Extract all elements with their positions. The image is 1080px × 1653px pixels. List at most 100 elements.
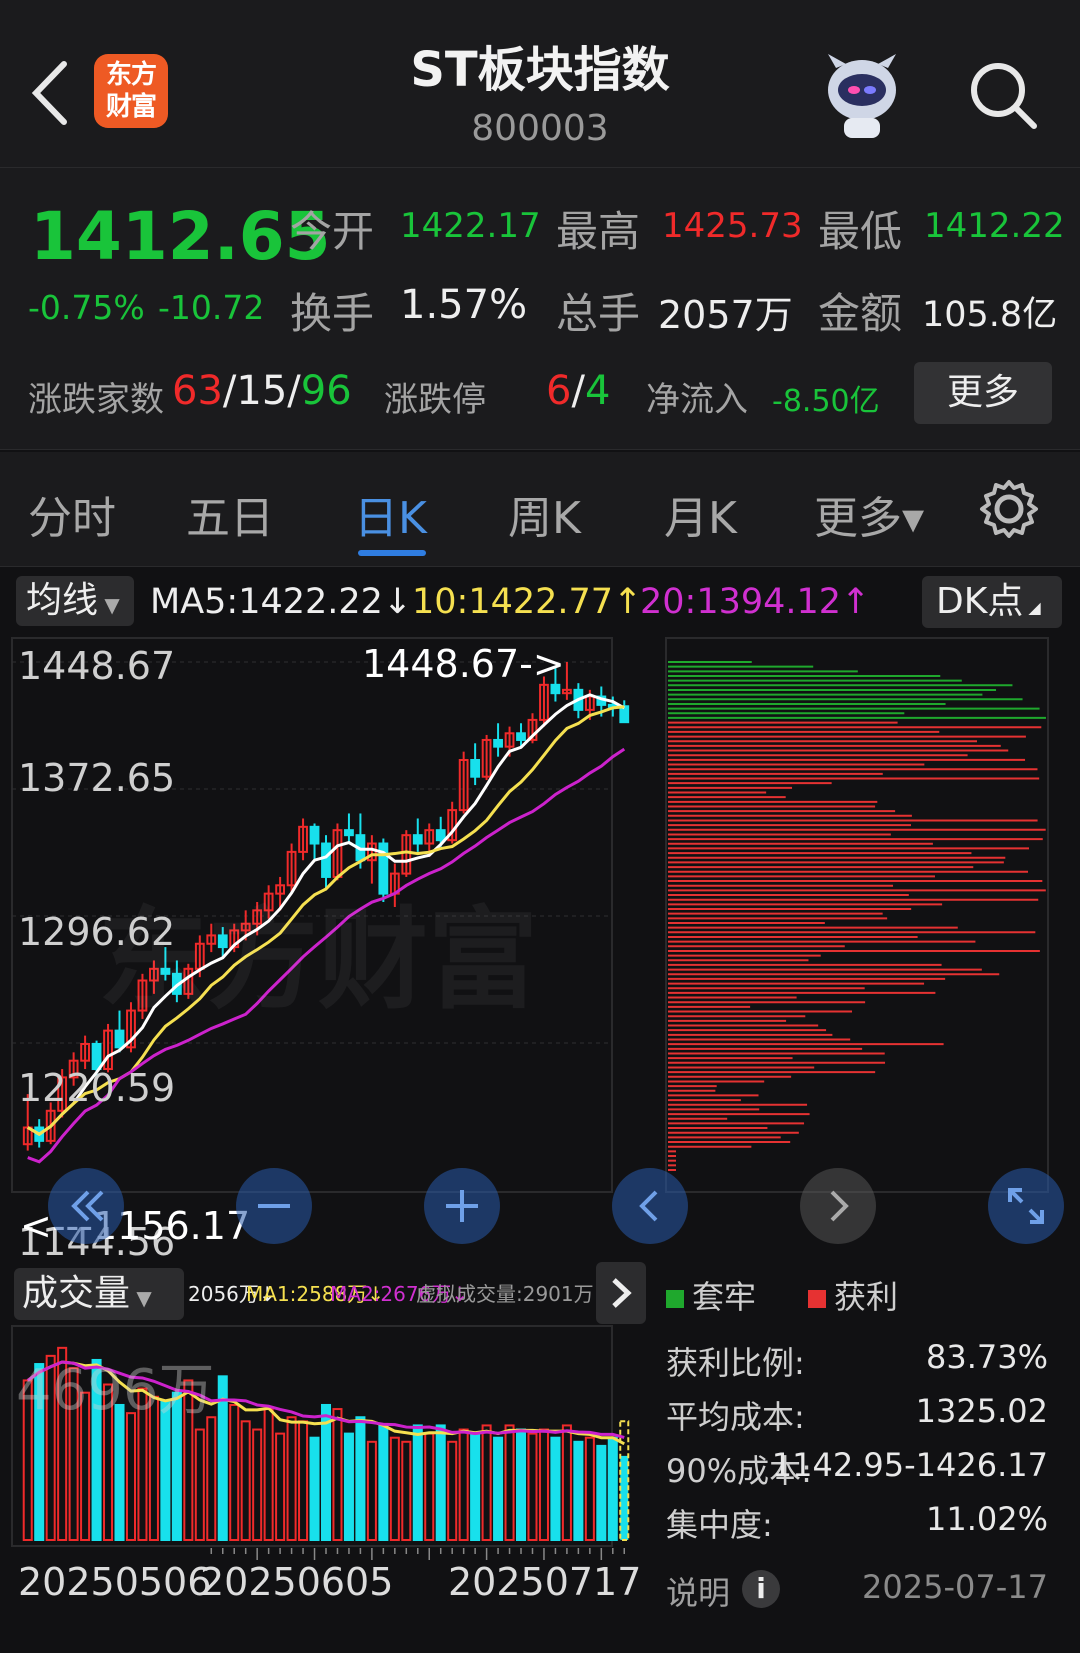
volume-bar [309,1436,320,1541]
tab-more[interactable]: 更多▾ [814,482,924,546]
volume-bar [458,1428,469,1541]
change-value: -10.72 [158,288,265,327]
avg-cost-value: 1325.02 [915,1392,1048,1430]
scroll-left-fast-button[interactable] [48,1168,124,1244]
volume-bar [573,1440,584,1542]
volume-label: 总手 [556,289,641,338]
volume-bar [194,1428,205,1541]
candle-body [470,759,481,778]
top-bar: 东方财富 ST板块指数 800003 [0,0,1080,168]
volume-bar [607,1436,618,1541]
candle-body [114,1029,125,1049]
scroll-right-button[interactable] [800,1168,876,1244]
volume-bar [584,1436,595,1541]
y-tick-label: 1448.67 [18,644,176,688]
y-tick-label: 1372.65 [18,756,176,800]
search-icon[interactable] [966,58,1040,132]
net-inflow-label: 净流入 [646,380,748,420]
candle-body [516,732,526,741]
volume-value: 2057万 [658,293,793,337]
volume-bar [320,1403,332,1541]
volume-bar [435,1424,446,1541]
y-tick-label: 1220.59 [18,1066,176,1110]
concentration-value: 11.02% [925,1500,1048,1538]
ma20-value: 20:1394.12↑ [640,582,871,622]
volume-bar [125,1412,136,1541]
volume-bar [389,1436,400,1541]
volume-bar [332,1408,343,1541]
active-tab-indicator [358,550,426,556]
volume-bar [412,1424,423,1541]
candle-body [435,829,446,842]
zoom-out-button[interactable] [236,1168,312,1244]
volume-bar [298,1420,309,1541]
volume-bar [275,1432,286,1541]
limit-label: 涨跌停 [384,380,486,420]
volume-bar [366,1440,377,1542]
tab-intraday[interactable]: 分时 [28,482,116,546]
candle-body [344,829,354,837]
tab-monthly-k[interactable]: 月K [664,482,737,546]
open-value: 1422.17 [400,206,541,246]
ma5-value: MA5:1422.22↓ [150,582,413,622]
candle-body [309,825,320,845]
x-date-label: 20250506 [18,1560,212,1604]
zoom-in-button[interactable] [424,1168,500,1244]
volume-bar [355,1416,366,1541]
assistant-robot-icon[interactable] [818,50,906,140]
candle-body [550,683,561,695]
settings-gear-icon[interactable] [978,478,1040,540]
legend-profit: 获利 [808,1272,898,1318]
virtual-volume: 虚拟成交量:2901万 [416,1282,594,1306]
candle-body [619,705,630,724]
ma-dropdown[interactable]: 均线 ▼ [16,576,134,626]
volume-bar [229,1403,240,1541]
tab-daily-k[interactable]: 日K [354,482,427,546]
net-inflow-value: -8.50亿 [772,384,880,419]
volume-bar [538,1428,549,1541]
max-price-annotation: 1448.67-> [362,642,565,686]
concentration-label: 集中度: [666,1506,773,1544]
tab-five-day[interactable]: 五日 [186,482,274,546]
period-tabs: 分时 五日 日K 周K 月K 更多▾ [0,452,1080,567]
y-tick-label: 1296.62 [18,910,176,954]
volume-bar [493,1436,504,1541]
volume-max-label: 4696万 [16,1358,215,1423]
volume-bar [550,1436,561,1541]
last-price: 1412.65 [30,198,331,275]
volume-bar [596,1444,607,1542]
dk-point-button[interactable]: DK点 ◢ [922,576,1062,628]
volume-indicator-dropdown[interactable]: 成交量 ▼ [14,1268,184,1320]
x-date-label: 20250717 [448,1560,642,1604]
limit-values: 6/4 [546,368,611,414]
indicator-next-button[interactable] [596,1262,646,1324]
back-icon[interactable] [28,58,74,128]
volume-bar [378,1424,389,1541]
avg-cost-label: 平均成本: [666,1398,805,1436]
candle-body [493,738,503,748]
turnover-value: 1.57% [400,282,528,328]
volume-bar [252,1428,263,1541]
chip-date: 2025-07-17 [862,1568,1048,1606]
info-icon[interactable]: i [742,1570,780,1608]
tab-weekly-k[interactable]: 周K [508,482,581,546]
candle-body [412,834,423,845]
volume-bar [481,1424,492,1541]
volume-bar [401,1440,412,1542]
open-label: 今开 [290,207,375,256]
explanation-label[interactable]: 说明 [666,1568,730,1614]
low-label: 最低 [818,207,903,256]
fullscreen-icon[interactable] [988,1168,1064,1244]
app-logo: 东方财富 [94,54,168,128]
volume-bar [343,1432,354,1541]
cost90-value: 1142.95-1426.17 [771,1446,1048,1484]
profit-ratio-value: 83.73% [925,1338,1048,1376]
quote-more-button[interactable]: 更多 [914,362,1052,424]
high-value: 1425.73 [662,206,803,246]
turnover-label: 换手 [290,289,375,338]
volume-bar [527,1432,538,1541]
volume-bar [424,1432,435,1541]
scroll-left-button[interactable] [612,1168,688,1244]
volume-bar [504,1424,515,1541]
adv-dec-label: 涨跌家数 [28,380,164,420]
